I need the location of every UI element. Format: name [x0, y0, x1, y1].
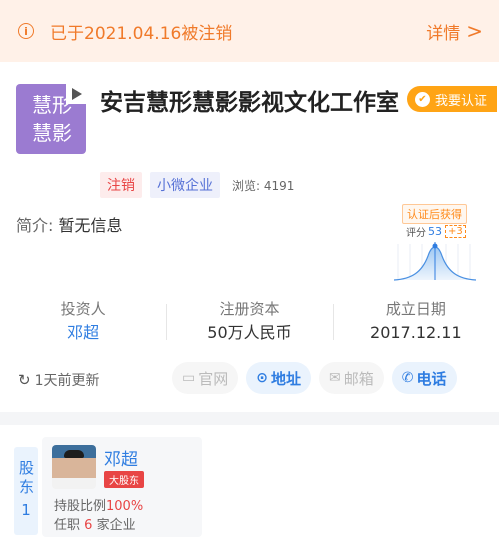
location-pin-icon: ⊙ — [256, 370, 268, 386]
cert-title: 认证后获得 — [402, 204, 467, 224]
details-label: 详情 — [426, 23, 461, 44]
logo-text-line-2: 慧影 — [32, 121, 72, 145]
stat-label: 注册资本 — [219, 300, 280, 318]
positions-suffix: 家企业 — [96, 518, 136, 533]
view-count: 浏览: 4191 — [232, 177, 294, 194]
email-button[interactable]: ✉ 邮箱 — [319, 362, 384, 394]
details-link[interactable]: 详情 > — [426, 19, 483, 44]
certification-score-widget[interactable]: 认证后获得 评分 53 +3 — [392, 204, 478, 284]
tag-cancelled: 注销 — [100, 172, 142, 198]
stat-registered-capital: 注册资本 50万人民币 — [166, 298, 332, 346]
website-button[interactable]: ▭ 官网 — [172, 362, 239, 394]
update-status[interactable]: ↻ 1天前更新 — [18, 370, 100, 390]
cancellation-status-text: 已于2021.04.16被注销 — [50, 23, 233, 44]
stat-investor[interactable]: 投资人 邓超 — [0, 298, 166, 346]
certify-label: 我要认证 — [435, 93, 488, 109]
bell-curve-graphic — [393, 242, 477, 281]
investor-link[interactable]: 邓超 — [0, 320, 166, 346]
refresh-icon: ↻ — [18, 371, 31, 389]
stat-established-date: 成立日期 2017.12.11 — [332, 298, 499, 346]
shareholders-label: 股东 — [17, 460, 35, 498]
update-text: 1天前更新 — [34, 373, 100, 389]
holding-ratio-label: 持股比例 — [54, 499, 107, 514]
shareholders-section: 股东 1 邓超 大股东 持股比例100% 任职 6 家企业 — [0, 425, 499, 548]
intro-value: 暂无信息 — [58, 216, 123, 235]
info-icon: i — [18, 23, 34, 39]
company-tags: 注销 小微企业 浏览: 4191 — [100, 172, 294, 198]
certify-button[interactable]: ✔ 我要认证 — [407, 86, 497, 112]
chevron-right-icon: > — [466, 19, 483, 43]
view-count-label: 浏览: — [232, 178, 261, 193]
phone-button[interactable]: ✆ 电话 — [391, 362, 457, 394]
stat-label: 成立日期 — [385, 300, 446, 318]
cancellation-banner[interactable]: i 已于2021.04.16被注销 详情 > — [0, 0, 499, 62]
company-intro: 简介: 暂无信息 — [16, 212, 123, 236]
mail-icon: ✉ — [329, 370, 341, 386]
email-label: 邮箱 — [343, 369, 374, 388]
contact-actions: ▭ 官网 ⊙ 地址 ✉ 邮箱 ✆ 电话 — [172, 362, 465, 394]
intro-label: 简介: — [16, 216, 54, 235]
holding-ratio: 持股比例100% — [54, 495, 143, 514]
shareholders-count: 1 — [21, 501, 31, 519]
shareholders-tab[interactable]: 股东 1 — [14, 447, 38, 535]
shareholder-name[interactable]: 邓超 — [104, 445, 138, 470]
stat-value: 2017.12.11 — [370, 323, 462, 342]
stat-value: 50万人民币 — [207, 323, 292, 342]
address-label: 地址 — [270, 369, 301, 388]
phone-label: 电话 — [416, 369, 447, 388]
check-shield-icon: ✔ — [415, 91, 430, 107]
view-count-value: 4191 — [263, 178, 295, 193]
phone-icon: ✆ — [401, 370, 414, 386]
positions-held: 任职 6 家企业 — [54, 514, 136, 533]
address-button[interactable]: ⊙ 地址 — [246, 362, 311, 394]
avatar[interactable] — [52, 445, 96, 489]
company-stats: 投资人 邓超 注册资本 50万人民币 成立日期 2017.12.11 — [0, 298, 499, 346]
positions-count: 6 — [84, 518, 93, 533]
major-shareholder-badge: 大股东 — [104, 471, 144, 488]
monitor-icon: ▭ — [182, 370, 196, 386]
company-name: 安吉慧形慧影影视文化工作室 — [100, 90, 399, 116]
website-label: 官网 — [198, 369, 229, 388]
positions-prefix: 任职 — [54, 518, 81, 533]
shareholder-card[interactable]: 邓超 大股东 持股比例100% 任职 6 家企业 — [42, 437, 202, 537]
stat-label: 投资人 — [60, 300, 106, 318]
holding-ratio-value: 100% — [106, 499, 144, 514]
company-logo[interactable]: 慧形 慧影 — [16, 84, 86, 154]
tag-small-micro-enterprise[interactable]: 小微企业 — [150, 172, 220, 198]
company-card: 慧形 慧影 安吉慧形慧影影视文化工作室 ✔ 我要认证 注销 小微企业 浏览: 4… — [0, 62, 499, 412]
play-video-icon[interactable] — [66, 84, 86, 104]
